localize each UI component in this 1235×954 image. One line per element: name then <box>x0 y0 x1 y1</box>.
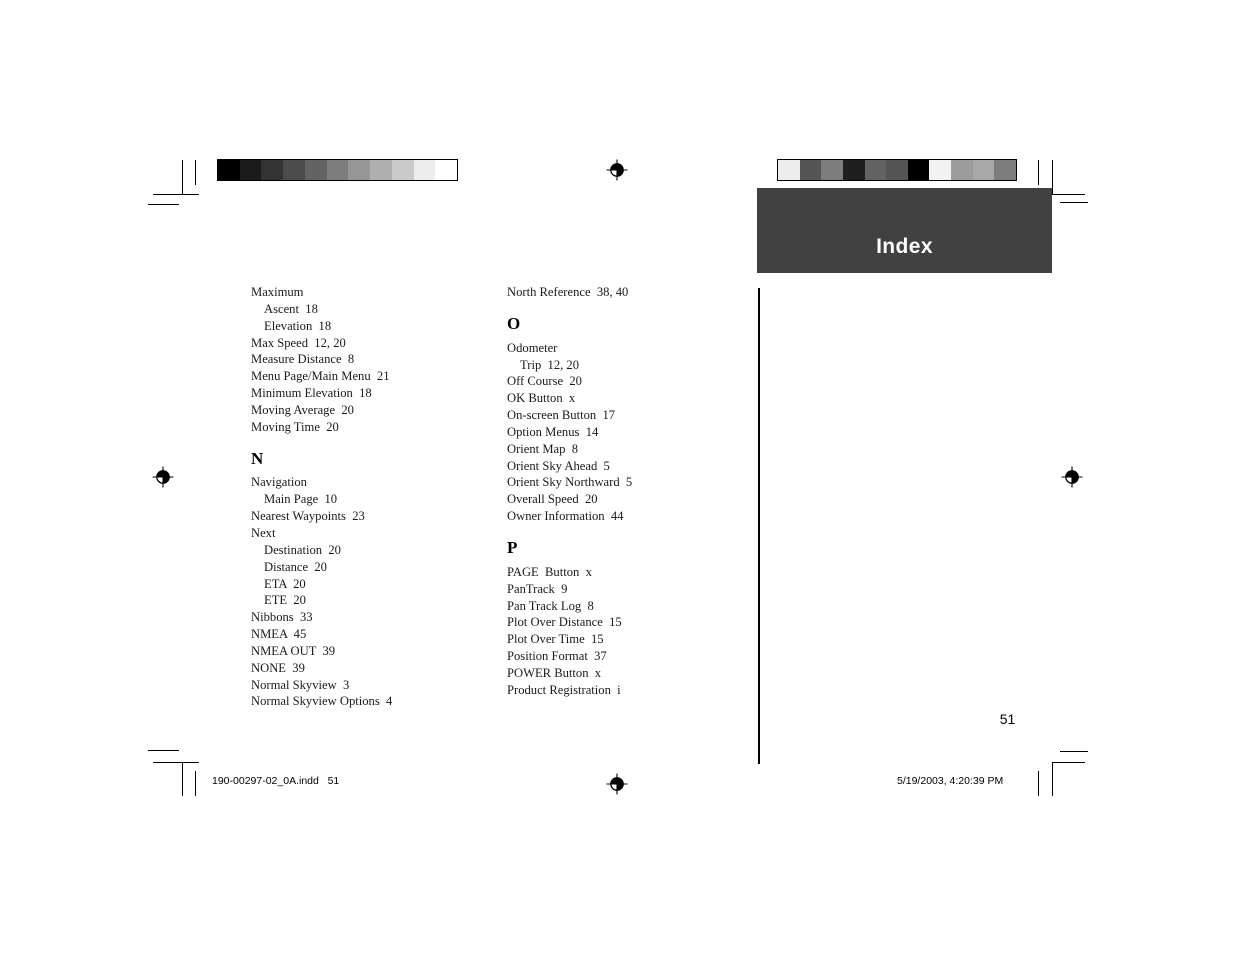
index-subentry: ETA 20 <box>264 576 306 591</box>
crop-mark-top-right-trim <box>1060 202 1088 203</box>
index-subentry: Elevation 18 <box>264 318 332 333</box>
calibration-patch <box>391 160 414 180</box>
calibration-patch <box>821 160 843 180</box>
calibration-patch <box>239 160 262 180</box>
crop-mark-top-right-trim-vertical <box>1038 160 1039 185</box>
page-number: 51 <box>999 711 1016 727</box>
calibration-patch <box>929 160 952 180</box>
calibration-patch <box>842 160 865 180</box>
calibration-patch <box>435 160 458 180</box>
footer-file-slug: 190-00297-02_0A.indd 51 <box>212 775 340 787</box>
index-entry: Position Format 37 <box>507 649 607 664</box>
crop-mark-bottom-right-trim <box>1060 751 1088 752</box>
crop-mark-top-left-vertical <box>182 160 183 194</box>
crop-mark-bottom-left-vertical <box>182 762 183 796</box>
index-entry: Orient Map 8 <box>507 441 578 456</box>
index-section-letter: O <box>507 313 521 333</box>
index-section-letter: N <box>251 448 264 468</box>
calibration-patch <box>283 160 305 180</box>
index-entry: Plot Over Time 15 <box>507 632 604 647</box>
calibration-patch <box>778 160 800 180</box>
index-subentry: Distance 20 <box>264 559 327 574</box>
index-entry: North Reference 38, 40 <box>507 285 629 299</box>
index-entry: Nibbons 33 <box>251 610 313 625</box>
calibration-patch <box>370 160 392 180</box>
index-entry: Owner Information 44 <box>507 509 624 524</box>
index-section-letter: P <box>507 537 518 557</box>
index-header-banner: Index <box>757 188 1052 273</box>
calibration-patch <box>304 160 327 180</box>
index-entry: Moving Average 20 <box>251 402 354 417</box>
index-subentry: Ascent 18 <box>264 301 318 316</box>
page-title: Index <box>876 235 933 258</box>
index-entry: Max Speed 12, 20 <box>251 335 346 350</box>
index-entry: Pan Track Log 8 <box>507 598 594 613</box>
index-entry: Maximum <box>251 285 304 299</box>
calibration-patch <box>261 160 284 180</box>
calibration-patch <box>864 160 887 180</box>
calibration-patch <box>218 160 240 180</box>
grayscale-calibration-bar-right <box>777 159 1017 181</box>
index-entry: Orient Sky Northward 5 <box>507 475 633 490</box>
crop-mark-bottom-left-trim <box>148 750 179 751</box>
index-entry: NONE 39 <box>251 660 305 675</box>
index-entry: Normal Skyview Options 4 <box>251 694 393 709</box>
index-subentry: Destination 20 <box>264 542 341 557</box>
index-entry: Product Registration i <box>507 682 621 697</box>
footer-timestamp-slug: 5/19/2003, 4:20:39 PM <box>897 775 1004 787</box>
index-page: Index Maximum Ascent 18 Elevation 18 Max Sp… <box>0 0 1235 954</box>
registration-target-icon-right-center <box>1061 466 1083 488</box>
crop-mark-bottom-right-horizontal <box>1052 762 1085 763</box>
crop-mark-top-left-horizontal <box>153 194 199 195</box>
index-column-left: Maximum Ascent 18 Elevation 18 Max Speed 12… <box>251 284 483 710</box>
index-entry: PAGE Button x <box>507 564 592 579</box>
index-entry: Minimum Elevation 18 <box>251 386 372 401</box>
crop-mark-bottom-left-horizontal <box>153 762 199 763</box>
index-entry: PanTrack 9 <box>507 581 568 596</box>
index-entry: Overall Speed 20 <box>507 492 598 507</box>
index-subentry: ETE 20 <box>264 593 306 608</box>
calibration-patch <box>994 160 1017 180</box>
crop-mark-bottom-right-trim-vertical <box>1038 771 1039 796</box>
registration-target-icon-left-center <box>152 466 174 488</box>
crop-mark-top-left-trim <box>148 204 179 205</box>
index-entry: Nearest Waypoints 23 <box>251 509 365 524</box>
index-entry: POWER Button x <box>507 665 602 680</box>
calibration-patch <box>886 160 908 180</box>
index-entry: NMEA OUT 39 <box>251 643 336 658</box>
index-entry: Odometer <box>507 340 558 355</box>
crop-mark-top-right-horizontal <box>1052 194 1085 195</box>
crop-mark-bottom-right-vertical <box>1052 762 1053 796</box>
registration-target-icon-bottom-center <box>606 773 628 795</box>
calibration-patch <box>326 160 349 180</box>
calibration-patch <box>972 160 995 180</box>
crop-mark-top-left-trim-vertical <box>195 160 196 185</box>
calibration-patch <box>348 160 371 180</box>
index-subentry: Main Page 10 <box>264 492 338 507</box>
index-entry: Measure Distance 8 <box>251 352 355 367</box>
grayscale-calibration-bar-left <box>217 159 458 181</box>
index-entry: NMEA 45 <box>251 627 307 642</box>
calibration-patch <box>951 160 973 180</box>
index-entry: Navigation <box>251 475 307 490</box>
crop-mark-bottom-left-trim-vertical <box>195 771 196 796</box>
index-entry: Menu Page/Main Menu 21 <box>251 369 390 384</box>
index-subentry: Trip 12, 20 <box>520 357 580 372</box>
index-entry: Off Course 20 <box>507 374 582 389</box>
crop-mark-top-right-vertical <box>1052 160 1053 194</box>
calibration-patch <box>413 160 436 180</box>
index-entry: Plot Over Distance 15 <box>507 615 622 630</box>
index-entry: Option Menus 14 <box>507 424 599 439</box>
index-column-right: North Reference 38, 40 O Odometer Trip 12, … <box>507 284 739 699</box>
calibration-patch <box>799 160 822 180</box>
index-entry: Orient Sky Ahead 5 <box>507 458 610 473</box>
registration-target-icon-top-center <box>606 159 628 181</box>
index-entry: OK Button x <box>507 391 576 406</box>
index-entry: Next <box>251 525 276 540</box>
index-entry: Moving Time 20 <box>251 419 339 434</box>
index-entry: Normal Skyview 3 <box>251 677 350 692</box>
calibration-patch <box>907 160 930 180</box>
index-vertical-rule <box>758 288 760 764</box>
index-entry: On-screen Button 17 <box>507 408 616 423</box>
